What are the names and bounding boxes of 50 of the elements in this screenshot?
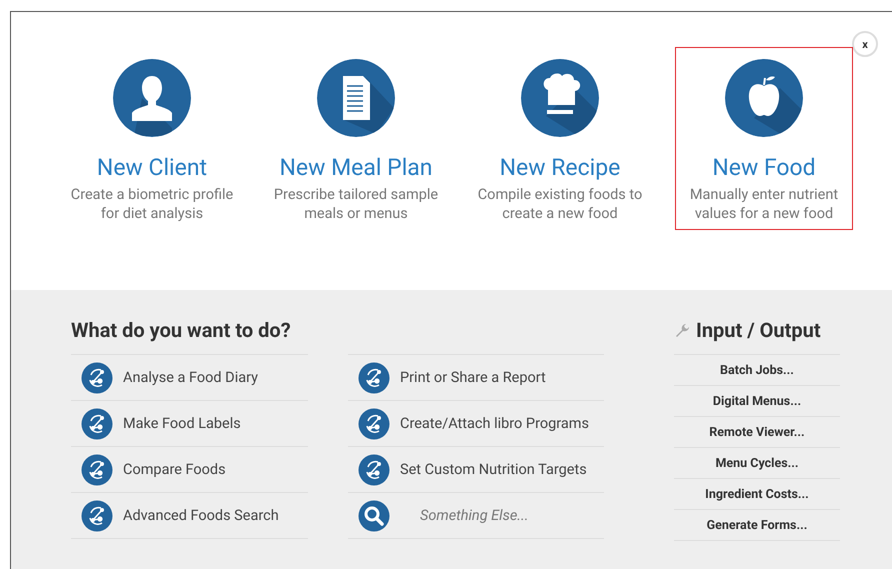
menu-link[interactable]: Digital Menus... — [674, 386, 840, 417]
task-item[interactable]: Create/Attach libro Programs — [348, 401, 604, 447]
tile-title: New Client — [96, 154, 208, 181]
network-icon — [358, 362, 390, 394]
menu-link[interactable]: Remote Viewer... — [674, 417, 840, 448]
tile-title: New Recipe — [500, 154, 620, 181]
task-label: Create/Attach libro Programs — [400, 415, 589, 432]
menu-link[interactable]: Menu Cycles... — [674, 448, 840, 479]
recipe-icon — [520, 58, 600, 138]
task-item[interactable]: Compare Foods — [71, 447, 308, 493]
section-heading: Input / Output — [696, 318, 821, 342]
task-label: Make Food Labels — [123, 415, 241, 432]
task-label: Advanced Foods Search — [123, 507, 279, 524]
menu-link[interactable]: Generate Forms... — [674, 510, 840, 541]
task-item[interactable]: Something Else... — [348, 493, 604, 539]
tile-description: Compile existing foods to create a new food — [476, 185, 644, 223]
network-icon — [358, 454, 390, 486]
menu-link[interactable]: Ingredient Costs... — [674, 479, 840, 510]
network-icon — [81, 362, 113, 394]
search-icon — [358, 500, 390, 532]
network-icon — [81, 500, 113, 532]
tile-card[interactable]: New Client Create a biometric profile for diet analysis — [63, 47, 241, 230]
tile-card[interactable]: New Recipe Compile existing foods to create a new food — [471, 47, 649, 230]
wrench-icon — [674, 322, 690, 338]
task-item[interactable]: Analyse a Food Diary — [71, 355, 308, 401]
close-button[interactable]: x — [852, 31, 878, 57]
menu-link[interactable]: Batch Jobs... — [674, 355, 840, 386]
tile-title: New Meal Plan — [280, 154, 432, 181]
tile-description: Create a biometric profile for diet analysis — [70, 185, 234, 223]
task-label: Analyse a Food Diary — [123, 369, 258, 386]
task-label: Set Custom Nutrition Targets — [400, 461, 587, 478]
tile-card[interactable]: New Meal Plan Prescribe tailored sample meals or menus — [267, 47, 445, 230]
task-label: Something Else... — [419, 507, 528, 524]
tile-description: Prescribe tailored sample meals or menus — [272, 185, 440, 223]
task-item[interactable]: Make Food Labels — [71, 401, 308, 447]
network-icon — [81, 408, 113, 440]
client-icon — [112, 58, 192, 138]
tile-title: New Food — [712, 154, 816, 181]
task-item[interactable]: Print or Share a Report — [348, 355, 604, 401]
food-icon — [724, 58, 804, 138]
tile-description: Manually enter nutrient values for a new food — [688, 185, 840, 223]
task-label: Print or Share a Report — [400, 369, 546, 386]
task-item[interactable]: Advanced Foods Search — [71, 493, 308, 539]
task-item[interactable]: Set Custom Nutrition Targets — [348, 447, 604, 493]
meal-plan-icon — [316, 58, 396, 138]
network-icon — [358, 408, 390, 440]
task-label: Compare Foods — [123, 461, 226, 478]
network-icon — [81, 454, 113, 486]
tile-card[interactable]: New Food Manually enter nutrient values for a new food — [675, 47, 853, 230]
section-heading: What do you want to do? — [71, 318, 292, 342]
